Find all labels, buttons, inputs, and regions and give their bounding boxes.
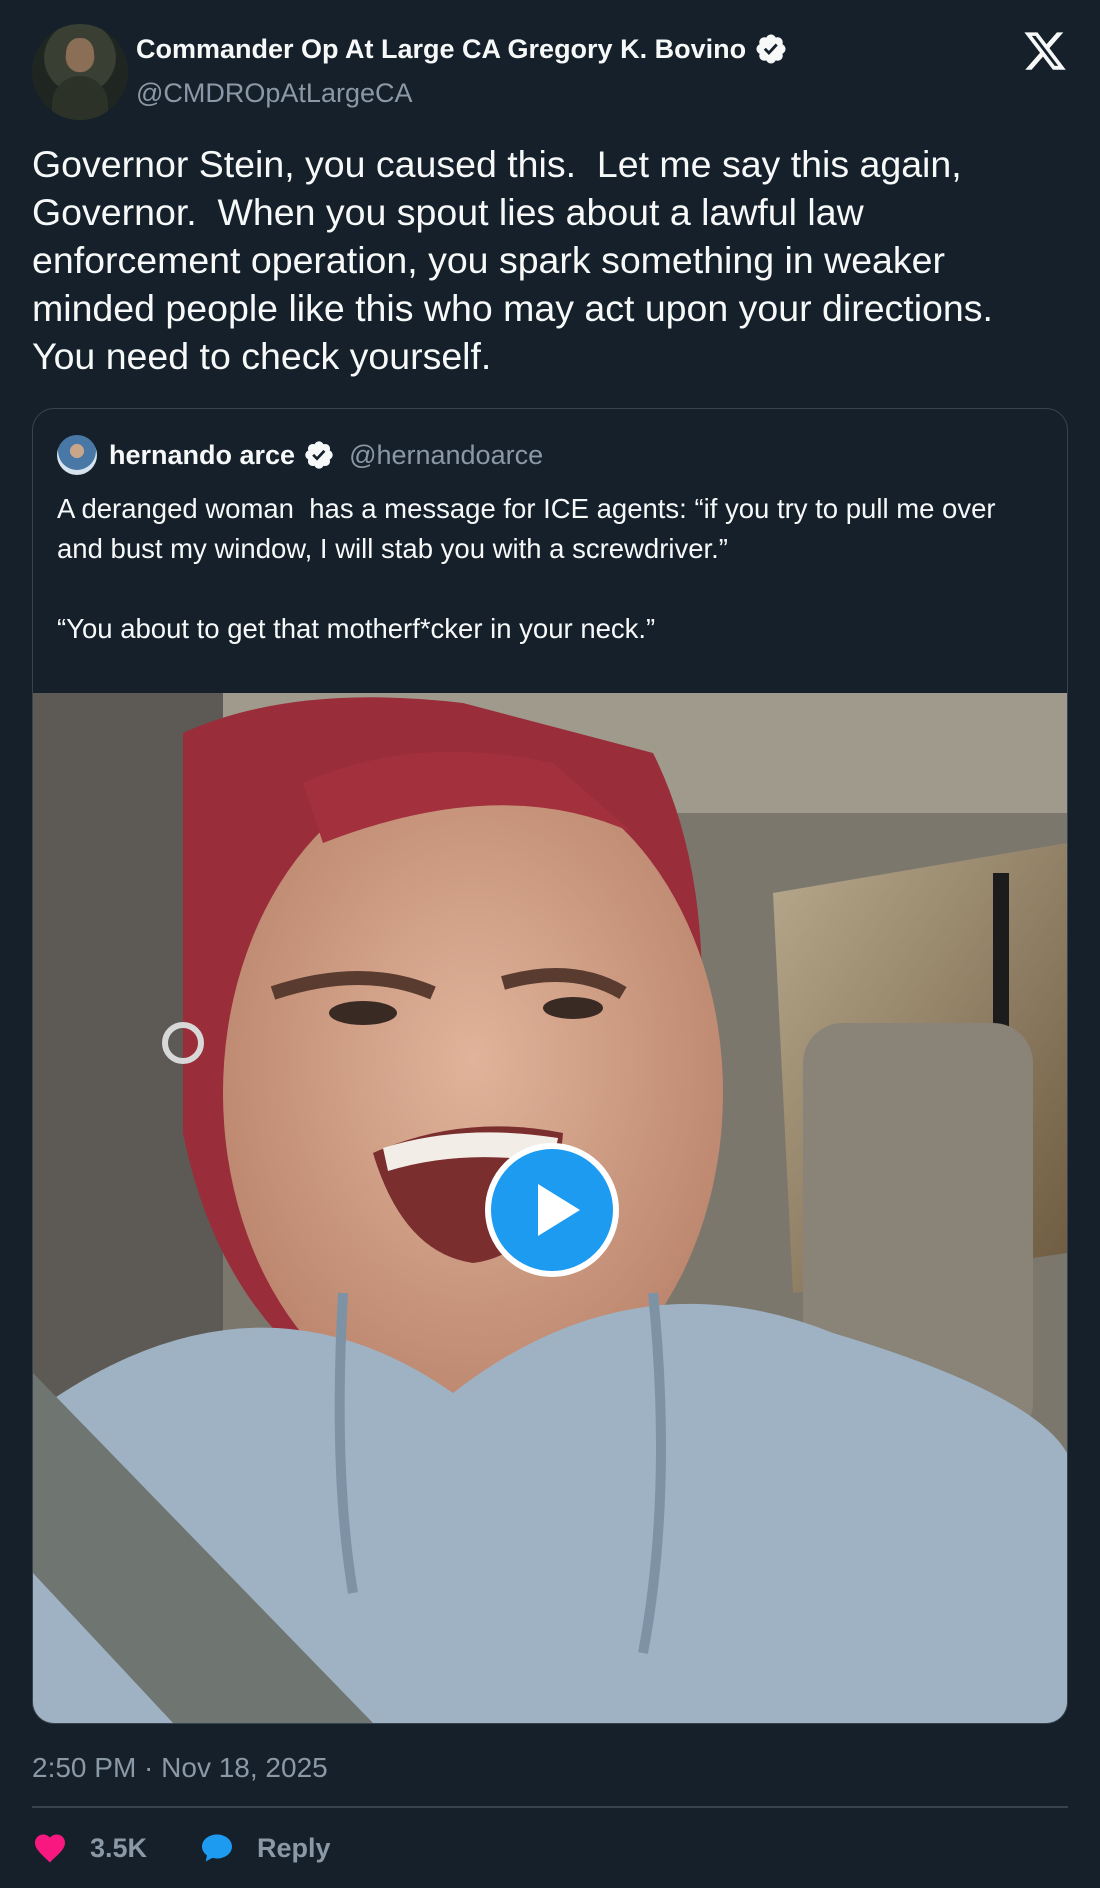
quoted-tweet-header: hernando arce @hernandoarce: [57, 435, 543, 475]
quoted-tweet[interactable]: hernando arce @hernandoarce A deranged w…: [32, 408, 1068, 1724]
author-handle[interactable]: @CMDROpAtLargeCA: [136, 78, 413, 109]
author-avatar[interactable]: [32, 24, 128, 120]
action-bar: 3.5K Reply: [32, 1824, 383, 1872]
reply-label: Reply: [257, 1832, 331, 1863]
quoted-tweet-text: A deranged woman has a message for ICE a…: [57, 493, 996, 644]
quoted-author-handle[interactable]: @hernandoarce: [349, 440, 543, 471]
author-display-name[interactable]: Commander Op At Large CA Gregory K. Bovi…: [136, 34, 746, 65]
tweet-text: Governor Stein, you caused this. Let me …: [32, 143, 1014, 377]
tweet-header: Commander Op At Large CA Gregory K. Bovi…: [32, 24, 1068, 120]
like-button[interactable]: 3.5K: [32, 1830, 147, 1866]
like-count: 3.5K: [90, 1832, 148, 1863]
heart-icon: [35, 1834, 65, 1863]
reply-bubble-icon: [202, 1834, 233, 1862]
quoted-author-avatar[interactable]: [57, 435, 97, 475]
tweet-timestamp[interactable]: 2:50 PM · Nov 18, 2025: [32, 1752, 328, 1784]
verified-badge-icon: [305, 441, 333, 469]
x-logo-icon[interactable]: [1022, 28, 1068, 74]
tweet-embed-card: Commander Op At Large CA Gregory K. Bovi…: [0, 0, 1100, 1888]
divider: [32, 1806, 1068, 1808]
reply-button[interactable]: Reply: [199, 1830, 331, 1866]
play-button[interactable]: [485, 1143, 619, 1277]
verified-badge-icon: [756, 34, 786, 64]
video-thumbnail[interactable]: [33, 693, 1067, 1723]
play-icon: [538, 1184, 580, 1236]
author-name-row: Commander Op At Large CA Gregory K. Bovi…: [136, 32, 788, 66]
quoted-author-display-name[interactable]: hernando arce: [109, 440, 295, 471]
